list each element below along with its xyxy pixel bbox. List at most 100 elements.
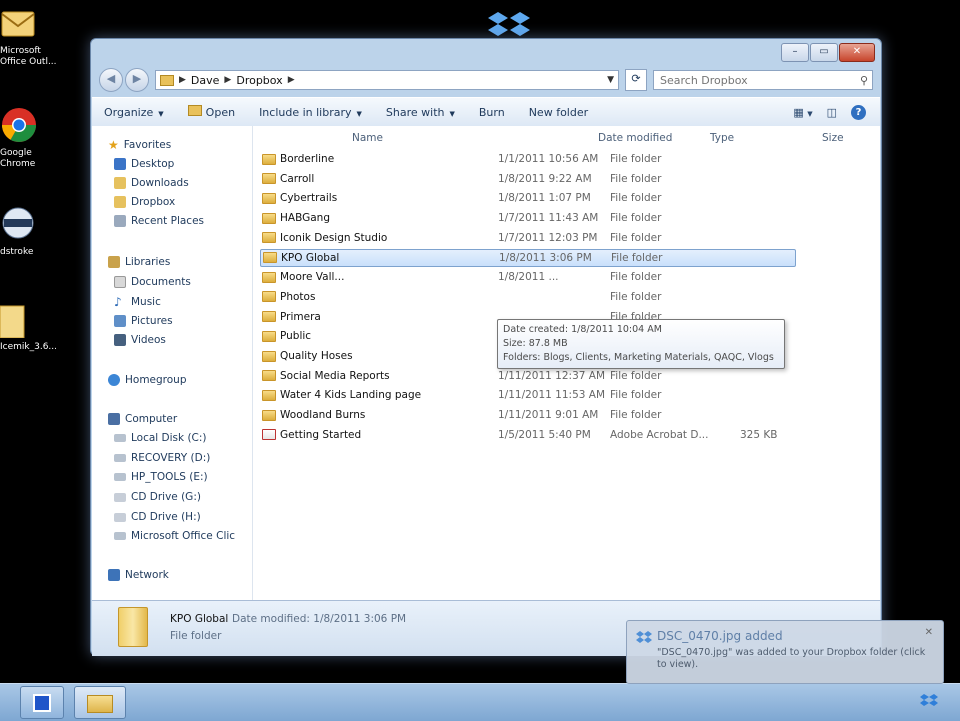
- nav-videos[interactable]: Videos: [114, 334, 166, 346]
- folder-icon: [263, 252, 277, 263]
- nav-label: Dropbox: [131, 196, 176, 208]
- back-button[interactable]: ◀: [99, 68, 123, 92]
- maximize-button[interactable]: ▭: [810, 43, 838, 62]
- search-input[interactable]: [658, 72, 860, 88]
- nav-recovery[interactable]: RECOVERY (D:): [114, 452, 210, 464]
- folder-small-icon: [160, 74, 174, 86]
- file-date: 1/7/2011 12:03 PM: [498, 231, 598, 244]
- nav-documents[interactable]: Documents: [114, 276, 191, 288]
- nav-office-click[interactable]: Microsoft Office Clic: [114, 530, 235, 542]
- dropbox-tray-icon[interactable]: [920, 692, 938, 710]
- videos-icon: [114, 334, 126, 346]
- column-header-size[interactable]: Size: [822, 132, 844, 144]
- desktop-icon-folder[interactable]: Icemik_3.6...: [0, 300, 57, 353]
- column-header-name[interactable]: Name: [352, 132, 383, 144]
- chevron-down-icon: ▼: [449, 109, 455, 118]
- nav-libraries[interactable]: Libraries: [108, 256, 170, 268]
- nav-downloads[interactable]: Downloads: [114, 177, 189, 189]
- file-name: Quality Hoses: [280, 350, 353, 362]
- cd-drive-icon: [114, 512, 126, 522]
- refresh-button[interactable]: ⟳: [625, 69, 647, 91]
- file-row[interactable]: Borderline 1/1/2011 10:56 AM File folder: [260, 150, 796, 168]
- new-folder-button[interactable]: New folder: [517, 106, 600, 119]
- open-folder-icon: [187, 105, 202, 116]
- include-in-library-button[interactable]: Include in library ▼: [247, 106, 374, 119]
- folder-icon: [262, 192, 276, 204]
- breadcrumb-dropbox[interactable]: Dropbox: [236, 74, 282, 87]
- nav-desktop[interactable]: Desktop: [114, 158, 174, 170]
- column-header-date[interactable]: Date modified: [598, 132, 672, 144]
- desktop-icon-app[interactable]: dstroke: [0, 205, 50, 258]
- drive-icon: [114, 454, 126, 462]
- nav-local-disk[interactable]: Local Disk (C:): [114, 432, 207, 444]
- organize-button[interactable]: Organize ▼: [92, 106, 176, 119]
- search-box[interactable]: ⚲: [653, 70, 873, 90]
- nav-cd-g[interactable]: CD Drive (G:): [114, 491, 201, 503]
- nav-label: Videos: [131, 334, 166, 346]
- nav-label: Desktop: [131, 158, 175, 170]
- file-row[interactable]: HABGang 1/7/2011 11:43 AM File folder: [260, 209, 796, 227]
- nav-label: Downloads: [131, 177, 189, 189]
- nav-cd-h[interactable]: CD Drive (H:): [114, 511, 201, 523]
- address-dropdown-icon[interactable]: ▼: [607, 75, 614, 85]
- nav-hp-tools[interactable]: HP_TOOLS (E:): [114, 471, 208, 483]
- help-icon[interactable]: ?: [851, 104, 866, 120]
- nav-label: Favorites: [123, 139, 172, 151]
- address-bar[interactable]: ▶ Dave ▶ Dropbox ▶ ▼: [155, 70, 619, 90]
- view-options-icon[interactable]: ▦ ▼: [793, 106, 812, 119]
- folder-icon: [0, 305, 25, 339]
- nav-dropbox[interactable]: Dropbox: [114, 196, 175, 208]
- file-row[interactable]: Iconik Design Studio 1/7/2011 12:03 PM Fil…: [260, 229, 796, 247]
- breadcrumb-separator-icon: ▶: [179, 75, 186, 85]
- burn-button[interactable]: Burn: [467, 106, 517, 119]
- desktop-icon-outlook[interactable]: Microsoft Office Outl...: [0, 4, 57, 68]
- file-row[interactable]: Woodland Burns 1/11/2011 9:01 AM File fold…: [260, 406, 796, 424]
- app-globe-icon: [2, 207, 34, 239]
- taskbar-app-button[interactable]: [20, 686, 64, 719]
- preview-pane-icon[interactable]: ◫: [827, 106, 837, 119]
- nav-label: Pictures: [131, 315, 173, 327]
- outlook-envelope-icon: [1, 11, 35, 37]
- folder-icon: [262, 153, 276, 165]
- breadcrumb-dave[interactable]: Dave: [191, 74, 220, 87]
- file-row[interactable]: Cybertrails 1/8/2011 1:07 PM File folder: [260, 189, 796, 207]
- file-name: Getting Started: [280, 428, 362, 441]
- back-arrow-icon: ◀: [106, 72, 116, 85]
- file-row[interactable]: Getting Started 1/5/2011 5:40 PM Adobe Acr…: [260, 426, 796, 444]
- open-button[interactable]: Open: [176, 105, 247, 119]
- notification-close-icon[interactable]: ✕: [925, 627, 933, 638]
- nav-music[interactable]: ♪ Music: [114, 295, 161, 309]
- column-header-type[interactable]: Type: [710, 132, 734, 144]
- file-type: File folder: [611, 251, 663, 264]
- nav-favorites[interactable]: ★ Favorites: [108, 138, 171, 152]
- close-button[interactable]: ✕: [839, 43, 875, 62]
- file-name: Water 4 Kids Landing page: [280, 389, 422, 402]
- desktop-icon-chrome[interactable]: Google Chrome: [0, 106, 50, 170]
- file-date: 1/1/2011 10:56 AM: [498, 153, 599, 165]
- nav-pictures[interactable]: Pictures: [114, 315, 173, 327]
- file-row[interactable]: Photos File folder: [260, 288, 796, 306]
- share-with-button[interactable]: Share with ▼: [374, 106, 467, 119]
- nav-label: Computer: [125, 413, 178, 425]
- minimize-button[interactable]: –: [781, 43, 809, 62]
- dropbox-notification[interactable]: DSC_0470.jpg added "DSC_0470.jpg" was ad…: [626, 620, 944, 684]
- taskbar-explorer-button[interactable]: [74, 686, 126, 719]
- nav-recent-places[interactable]: Recent Places: [114, 215, 204, 227]
- file-row[interactable]: Moore Vall... 1/8/2011 ... File folder: [260, 268, 796, 286]
- forward-button[interactable]: ▶: [125, 68, 149, 92]
- file-row[interactable]: Social Media Reports 1/11/2011 12:37 AM Fi…: [260, 367, 796, 385]
- file-type: File folder: [610, 192, 662, 205]
- nav-network[interactable]: Network: [108, 569, 169, 581]
- nav-homegroup[interactable]: Homegroup: [108, 374, 187, 386]
- nav-computer[interactable]: Computer: [108, 413, 177, 425]
- file-date: 1/5/2011 5:40 PM: [498, 428, 591, 441]
- file-row[interactable]: Water 4 Kids Landing page 1/11/2011 11:53…: [260, 386, 796, 404]
- file-row[interactable]: Carroll 1/8/2011 9:22 AM File folder: [260, 170, 796, 188]
- folder-icon: [262, 330, 276, 342]
- folder-icon: [262, 370, 276, 382]
- file-row[interactable]: KPO Global 1/8/2011 3:06 PM File folder: [260, 248, 796, 267]
- forward-arrow-icon: ▶: [132, 72, 142, 85]
- nav-label: Libraries: [125, 256, 171, 268]
- network-icon: [108, 569, 120, 581]
- nav-label: Local Disk (C:): [131, 432, 207, 444]
